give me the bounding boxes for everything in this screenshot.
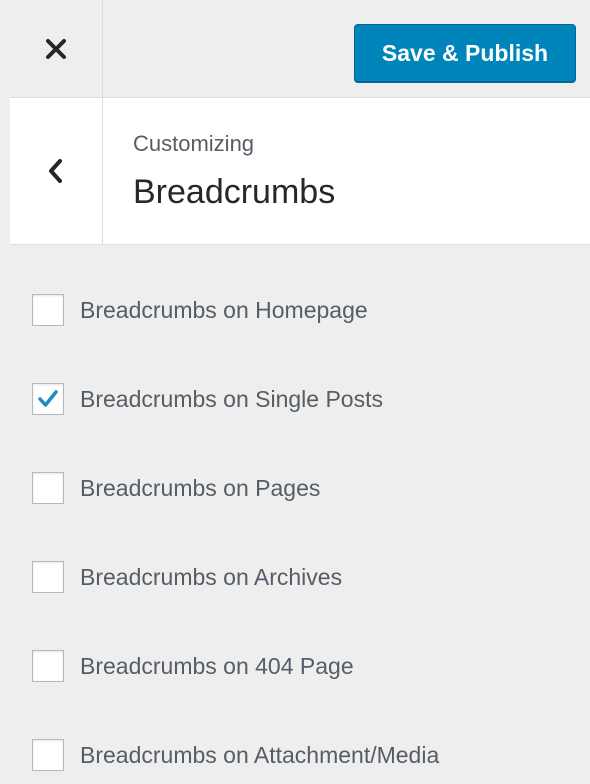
checkbox-404-page[interactable] bbox=[32, 650, 64, 682]
customizer-panel: Save & Publish Customizing Breadcrumbs B… bbox=[0, 0, 590, 784]
save-publish-button[interactable]: Save & Publish bbox=[354, 24, 576, 82]
checkmark-icon bbox=[38, 390, 58, 407]
chevron-left-icon bbox=[49, 159, 62, 183]
checkbox-attachment-media[interactable] bbox=[32, 739, 64, 771]
close-button[interactable] bbox=[10, 0, 103, 97]
option-homepage[interactable]: Breadcrumbs on Homepage bbox=[32, 288, 572, 332]
option-attachment-media[interactable]: Breadcrumbs on Attachment/Media bbox=[32, 733, 572, 777]
option-label: Breadcrumbs on Pages bbox=[80, 474, 321, 501]
section-header: Customizing Breadcrumbs bbox=[10, 98, 590, 245]
breadcrumb-options-list: Breadcrumbs on Homepage Breadcrumbs on S… bbox=[32, 288, 572, 784]
customizer-header: Save & Publish bbox=[10, 0, 590, 98]
checkbox-archives[interactable] bbox=[32, 561, 64, 593]
section-subtitle: Customizing bbox=[133, 131, 255, 156]
option-label: Breadcrumbs on Single Posts bbox=[80, 385, 383, 412]
option-404-page[interactable]: Breadcrumbs on 404 Page bbox=[32, 644, 572, 688]
option-label: Breadcrumbs on 404 Page bbox=[80, 652, 354, 679]
checkbox-homepage[interactable] bbox=[32, 294, 64, 326]
option-pages[interactable]: Breadcrumbs on Pages bbox=[32, 466, 572, 510]
option-archives[interactable]: Breadcrumbs on Archives bbox=[32, 555, 572, 599]
checkbox-single-posts[interactable] bbox=[32, 383, 64, 415]
option-single-posts[interactable]: Breadcrumbs on Single Posts bbox=[32, 377, 572, 421]
option-label: Breadcrumbs on Homepage bbox=[80, 296, 368, 323]
checkbox-pages[interactable] bbox=[32, 472, 64, 504]
option-label: Breadcrumbs on Archives bbox=[80, 563, 343, 590]
option-label: Breadcrumbs on Attachment/Media bbox=[80, 741, 440, 768]
close-icon bbox=[46, 38, 66, 59]
section-title: Breadcrumbs bbox=[133, 173, 336, 211]
back-button[interactable] bbox=[10, 98, 103, 244]
